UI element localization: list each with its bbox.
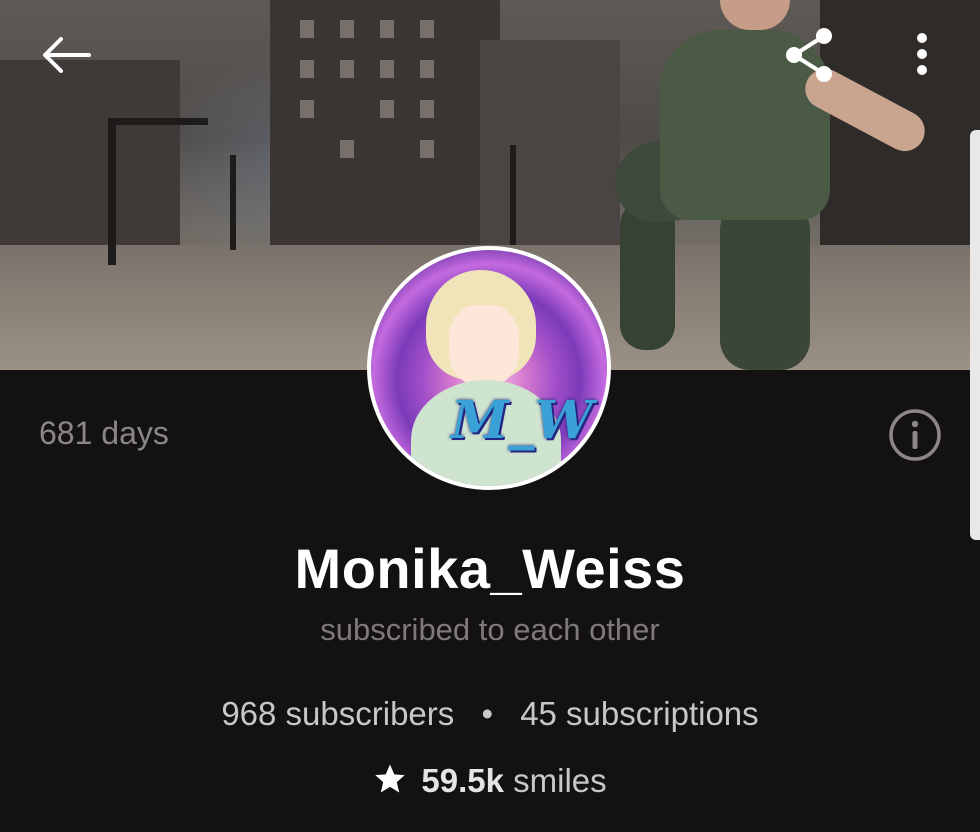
- info-button[interactable]: [888, 408, 942, 462]
- share-icon: [786, 28, 832, 82]
- star-icon: [373, 762, 407, 804]
- follow-stats: 968 subscribers • 45 subscriptions: [0, 695, 980, 733]
- smiles-label: smiles: [513, 762, 607, 799]
- share-button[interactable]: [776, 24, 840, 86]
- smiles-count: 59.5k: [421, 762, 504, 799]
- subscriptions-link[interactable]: 45 subscriptions: [520, 695, 758, 732]
- avatar[interactable]: M_W: [367, 246, 611, 490]
- back-button[interactable]: [36, 30, 96, 80]
- days-count: 681 days: [39, 415, 169, 451]
- cover-figure: [600, 0, 932, 370]
- more-options-button[interactable]: [900, 28, 944, 80]
- subscribers-link[interactable]: 968 subscribers: [221, 695, 454, 732]
- profile-username: Monika_Weiss: [294, 537, 686, 600]
- info-icon: [889, 409, 941, 461]
- arrow-left-icon: [43, 37, 91, 73]
- scrollbar[interactable]: [970, 130, 980, 540]
- more-vertical-icon: [917, 33, 927, 75]
- separator-dot: •: [481, 695, 494, 732]
- smiles-stat: 59.5k smiles: [0, 762, 980, 804]
- relationship-status: subscribed to each other: [320, 612, 660, 647]
- avatar-signature: M_W: [451, 390, 593, 451]
